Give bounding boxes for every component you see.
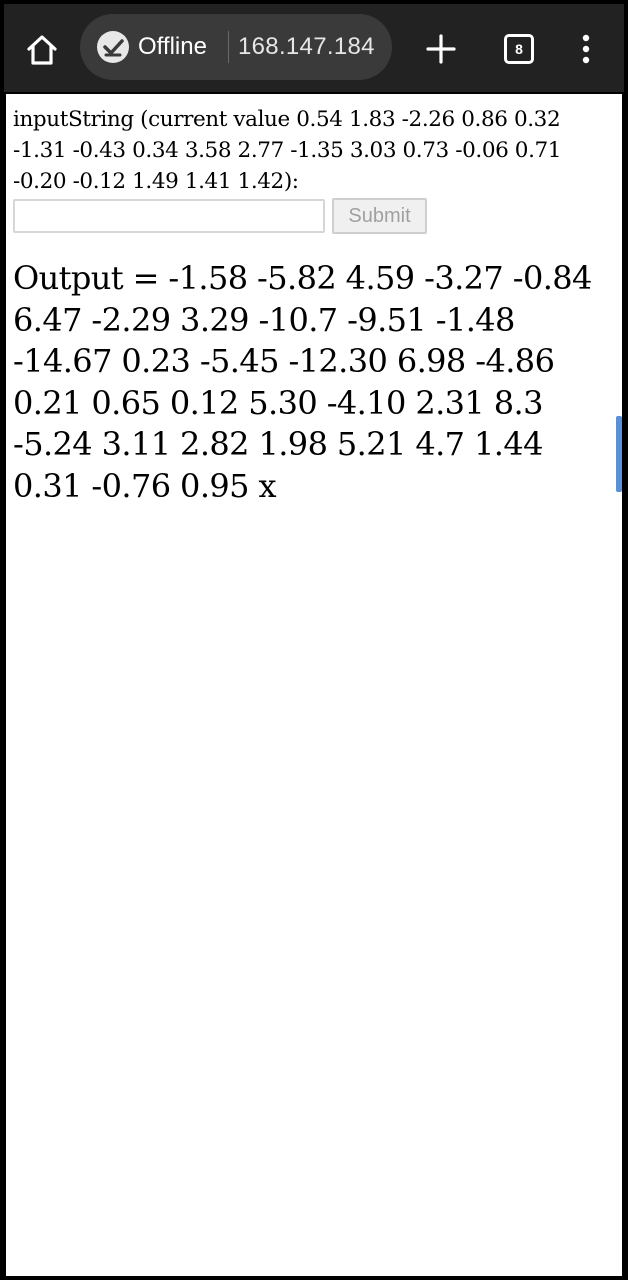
- tab-switcher-button[interactable]: 8: [496, 26, 542, 72]
- plus-icon: [426, 34, 456, 64]
- web-page: inputString (current value 0.54 1.83 -2.…: [6, 94, 622, 1276]
- input-label: inputString (current value 0.54 1.83 -2.…: [13, 107, 562, 194]
- browser-window: Offline 168.147.184 8 inputString (curre…: [0, 0, 628, 1280]
- tab-count: 8: [515, 41, 523, 57]
- offline-check-icon[interactable]: [96, 30, 130, 64]
- input-string-field[interactable]: [13, 199, 325, 233]
- connection-status: Offline: [138, 33, 207, 60]
- home-icon: [27, 35, 57, 65]
- browser-menu-button[interactable]: [564, 26, 608, 72]
- url-text[interactable]: 168.147.184: [238, 32, 375, 62]
- browser-toolbar: Offline 168.147.184 8: [4, 4, 624, 92]
- submit-button[interactable]: Submit: [332, 198, 427, 234]
- address-divider: [228, 31, 229, 63]
- new-tab-button[interactable]: [418, 26, 464, 72]
- scrollbar-thumb[interactable]: [616, 416, 622, 492]
- output-text: Output = -1.58 -5.82 4.59 -3.27 -0.84 6.…: [13, 259, 592, 505]
- address-bar[interactable]: Offline 168.147.184: [80, 14, 392, 80]
- tabs-icon: 8: [504, 34, 534, 64]
- home-button[interactable]: [18, 26, 66, 74]
- more-vert-icon: [582, 34, 590, 64]
